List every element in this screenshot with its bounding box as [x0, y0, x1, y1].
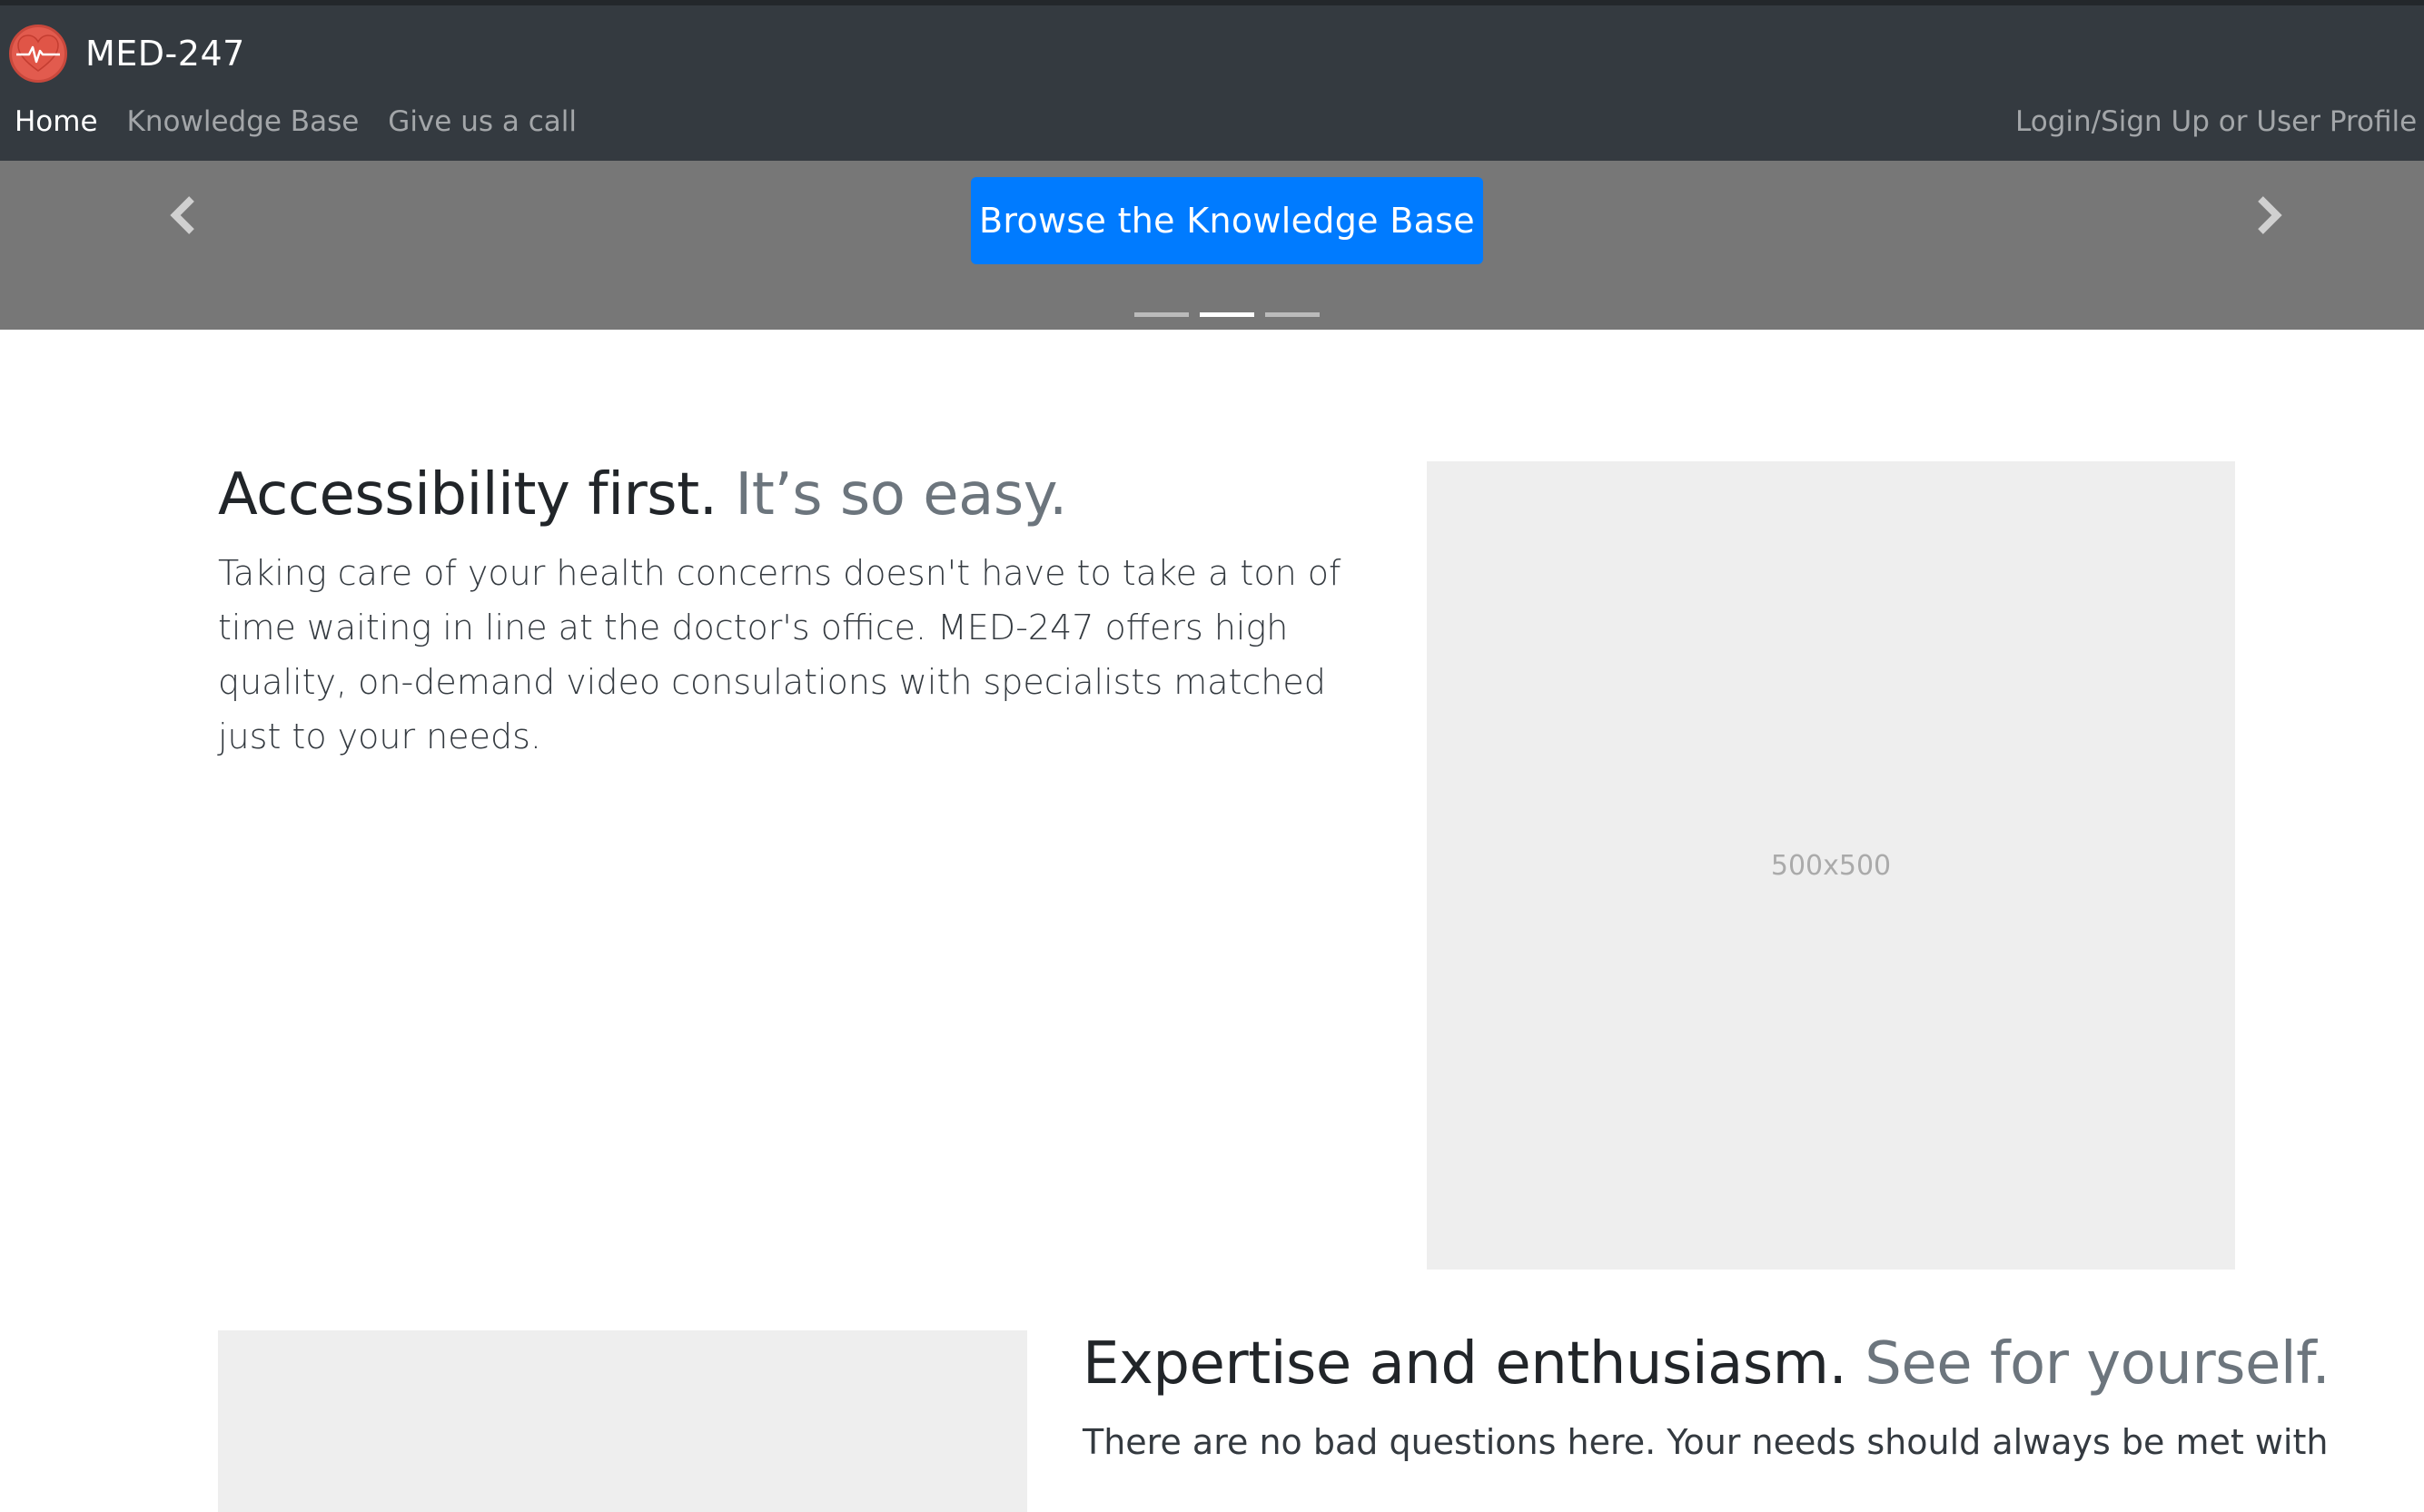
nav-knowledge-base[interactable]: Knowledge Base: [127, 105, 360, 138]
nav-links: Home Knowledge Base Give us a call: [15, 105, 606, 138]
carousel-indicators: [1134, 312, 1331, 317]
chevron-right-icon: [2258, 196, 2282, 234]
carousel-prev-button[interactable]: [156, 188, 211, 242]
feature-text: Taking care of your health concerns does…: [218, 553, 1341, 756]
nav-give-us-a-call[interactable]: Give us a call: [388, 105, 577, 138]
carousel-next-button[interactable]: [2241, 188, 2296, 242]
feature-text: There are no bad questions here. Your ne…: [1083, 1422, 2329, 1462]
feature-image-placeholder: 500x500: [1427, 461, 2235, 1270]
nav-home[interactable]: Home: [15, 105, 98, 138]
browse-knowledge-base-button[interactable]: Browse the Knowledge Base: [971, 177, 1483, 264]
feature-heading: Accessibility first. It’s so easy.: [218, 461, 1067, 529]
feature-heading-main: Expertise and enthusiasm.: [1083, 1330, 1847, 1398]
feature-heading-main: Accessibility first.: [218, 461, 717, 529]
placeholder-label: 500x500: [1770, 849, 1892, 882]
brand-name: MED-247: [85, 34, 245, 74]
heartbeat-logo-icon: [9, 25, 67, 83]
carousel-indicator-3[interactable]: [1265, 312, 1320, 317]
carousel-indicator-1[interactable]: [1134, 312, 1189, 317]
hero-carousel: Browse the Knowledge Base: [0, 161, 2424, 330]
carousel-indicator-2[interactable]: [1200, 312, 1254, 317]
feature-heading: Expertise and enthusiasm. See for yourse…: [1083, 1330, 2330, 1398]
feature-heading-muted: It’s so easy.: [735, 461, 1067, 529]
chevron-left-icon: [170, 196, 194, 234]
login-signup-link[interactable]: Login/Sign Up or User Profile Li: [2015, 105, 2424, 138]
brand[interactable]: MED-247: [9, 22, 245, 85]
navbar: MED-247 Home Knowledge Base Give us a ca…: [0, 0, 2424, 161]
feature-image-placeholder: [218, 1330, 1027, 1512]
feature-heading-muted: See for yourself.: [1865, 1330, 2330, 1398]
